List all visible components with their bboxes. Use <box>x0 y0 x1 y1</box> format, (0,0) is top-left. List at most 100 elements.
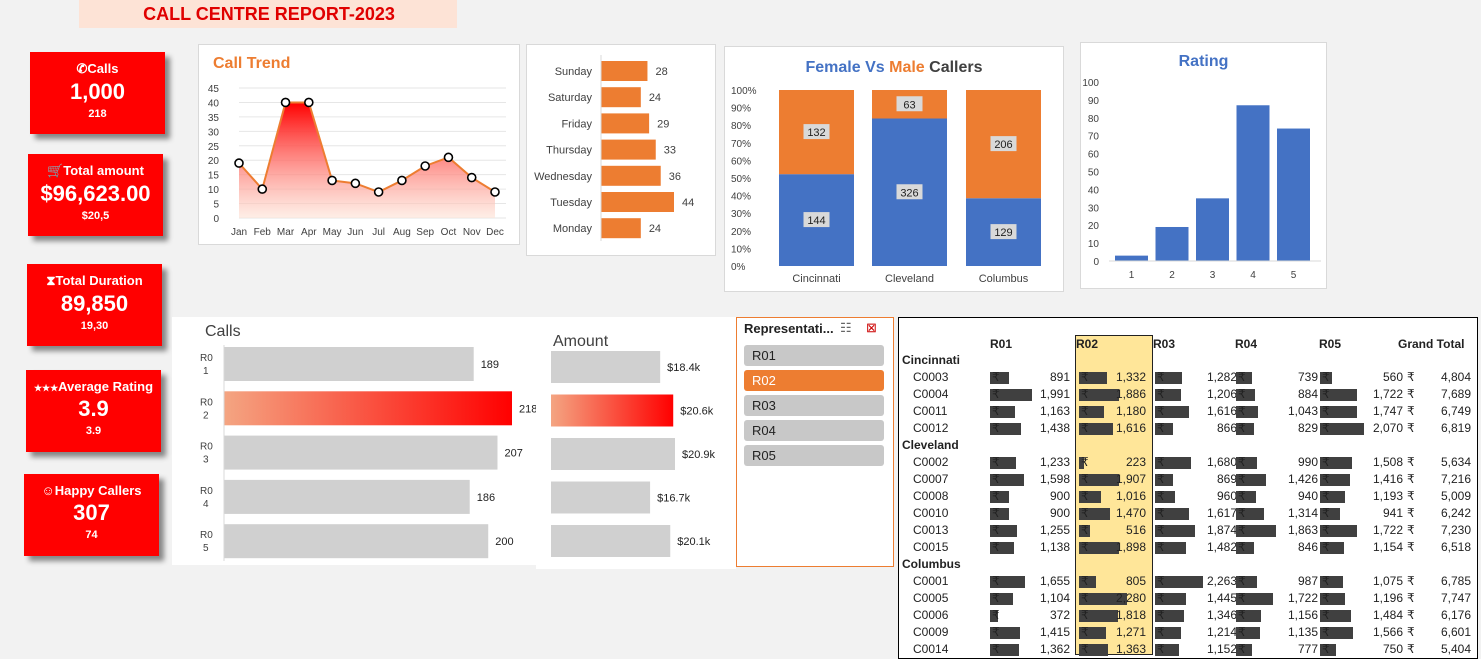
pivot-currency-symbol: ₹ <box>1322 506 1330 520</box>
pivot-currency-symbol: ₹ <box>1322 523 1330 537</box>
calls-rep-label: R0 <box>200 530 213 541</box>
pivot-value: 866 <box>1216 421 1237 435</box>
pivot-value: 1,214 <box>1206 625 1237 639</box>
weekday-value-label: 33 <box>664 145 676 157</box>
pivot-currency-symbol: ₹ <box>1157 370 1165 384</box>
pivot-value: 1,616 <box>1115 421 1146 435</box>
clear-filter-icon[interactable]: ⊠ <box>866 320 877 336</box>
pivot-grand-total: 6,785 <box>1440 574 1471 588</box>
pivot-value: 372 <box>1049 608 1070 622</box>
rating-xtick-label: 2 <box>1169 270 1175 281</box>
pivot-currency-symbol: ₹ <box>992 574 1000 588</box>
pivot-currency-symbol: ₹ <box>992 608 1000 622</box>
rating-panel: Rating 0 10 20 30 40 50 60 70 80 90 100 1 2 3 4 5 <box>1080 42 1327 289</box>
pivot-currency-symbol: ₹ <box>1238 489 1246 503</box>
weekday-value-label: 28 <box>655 66 667 78</box>
gender-ytick-label: 20% <box>731 227 751 238</box>
trend-point <box>280 97 291 108</box>
weekday-bar <box>601 139 656 160</box>
calls-bar <box>224 391 512 426</box>
multi-select-icon[interactable]: ☷ <box>840 320 852 336</box>
pivot-value: 1,616 <box>1206 404 1237 418</box>
gender-male-value-label: 132 <box>807 127 825 139</box>
rating-xtick-label: 1 <box>1129 270 1135 281</box>
slicer-item-r02[interactable]: R02 <box>744 370 884 391</box>
pivot-customer-id: C0003 <box>913 370 949 384</box>
pivot-customer-id: C0005 <box>913 591 949 605</box>
weekday-value-label: 24 <box>649 223 661 235</box>
pivot-value: 750 <box>1382 642 1403 656</box>
trend-point <box>327 175 337 186</box>
trend-ytick-label: 25 <box>208 142 220 153</box>
gender-category-label: Cleveland <box>885 273 934 285</box>
calls-rep-label: 4 <box>203 499 209 510</box>
pivot-value: 1,362 <box>1039 642 1070 656</box>
pivot-value: 846 <box>1297 540 1318 554</box>
pivot-currency-symbol: ₹ <box>1407 489 1415 503</box>
hourglass-icon: ⧗ <box>46 273 56 288</box>
pivot-currency-symbol: ₹ <box>1157 387 1165 401</box>
pivot-customer-id: C0012 <box>913 421 949 435</box>
pivot-currency-symbol: ₹ <box>1157 574 1165 588</box>
rating-ytick-label: 20 <box>1088 221 1100 232</box>
kpi-duration-sub: 19,30 <box>80 320 109 332</box>
kpi-happy-card: ☺Happy Callers 307 74 <box>24 474 159 556</box>
weekday-category-label: Saturday <box>548 92 593 104</box>
slicer-item-r03[interactable]: R03 <box>744 395 884 416</box>
rating-ytick-label: 90 <box>1088 96 1100 107</box>
pivot-value: 1,722 <box>1372 387 1403 401</box>
pivot-value: 1,206 <box>1206 387 1237 401</box>
pivot-currency-symbol: ₹ <box>1081 523 1089 537</box>
rating-xtick-label: 4 <box>1250 270 1256 281</box>
pivot-value: 1,135 <box>1287 625 1318 639</box>
pivot-currency-symbol: ₹ <box>992 642 1000 656</box>
pivot-currency-symbol: ₹ <box>1407 608 1415 622</box>
pivot-currency-symbol: ₹ <box>992 523 1000 537</box>
trend-point <box>397 175 407 186</box>
slicer-item-r01[interactable]: R01 <box>744 345 884 366</box>
pivot-currency-symbol: ₹ <box>992 455 1000 469</box>
pivot-grand-total: 6,601 <box>1440 625 1471 639</box>
pivot-currency-symbol: ₹ <box>1238 404 1246 418</box>
pivot-customer-id: C0010 <box>913 506 949 520</box>
rating-ytick-label: 0 <box>1093 257 1099 268</box>
pivot-currency-symbol: ₹ <box>1407 421 1415 435</box>
calls-rep-label: R0 <box>200 486 213 497</box>
pivot-value: 1,438 <box>1039 421 1070 435</box>
kpi-duration-label: Total Duration <box>55 273 143 288</box>
gender-ytick-label: 100% <box>731 86 757 97</box>
weekday-category-label: Friday <box>561 118 592 130</box>
pivot-value: 1,346 <box>1206 608 1237 622</box>
gender-female-value-label: 326 <box>900 187 918 199</box>
pivot-currency-symbol: ₹ <box>1322 625 1330 639</box>
weekday-category-label: Thursday <box>546 145 592 157</box>
slicer-item-r04[interactable]: R04 <box>744 420 884 441</box>
pivot-grand-total: 6,819 <box>1440 421 1471 435</box>
slicer-item-r05[interactable]: R05 <box>744 445 884 466</box>
weekday-value-label: 24 <box>649 92 661 104</box>
trend-point <box>466 172 477 183</box>
pivot-value: 940 <box>1297 489 1318 503</box>
weekday-chart: Sunday 28 Saturday 24 Friday 29 Thursday 33 Wedn… <box>534 55 694 241</box>
gender-category-label: Cincinnati <box>792 273 840 285</box>
stars-icon: ★★★ <box>33 383 59 393</box>
pivot-city-label: Cleveland <box>902 438 959 452</box>
pivot-currency-symbol: ₹ <box>1238 540 1246 554</box>
rating-ytick-label: 70 <box>1088 132 1100 143</box>
pivot-value: 1,874 <box>1206 523 1237 537</box>
pivot-value: 1,482 <box>1206 540 1237 554</box>
pivot-currency-symbol: ₹ <box>1407 506 1415 520</box>
weekday-value-label: 44 <box>682 197 694 209</box>
pivot-customer-id: C0011 <box>913 404 948 418</box>
pivot-header-r02: R02 <box>1076 337 1099 351</box>
kpi-rating-label: Average Rating <box>58 379 154 394</box>
pivot-value: 1,075 <box>1372 574 1403 588</box>
pivot-value: 1,271 <box>1115 625 1146 639</box>
amount-bar <box>551 481 651 514</box>
gender-ytick-label: 60% <box>731 156 751 167</box>
weekday-bar <box>601 192 674 212</box>
trend-ytick-label: 35 <box>208 113 220 124</box>
pivot-value: 891 <box>1049 370 1070 384</box>
amount-by-rep-chart: $18.4k $20.6k $20.9k $16.7k $20.1k <box>551 351 716 557</box>
pivot-currency-symbol: ₹ <box>1407 387 1415 401</box>
